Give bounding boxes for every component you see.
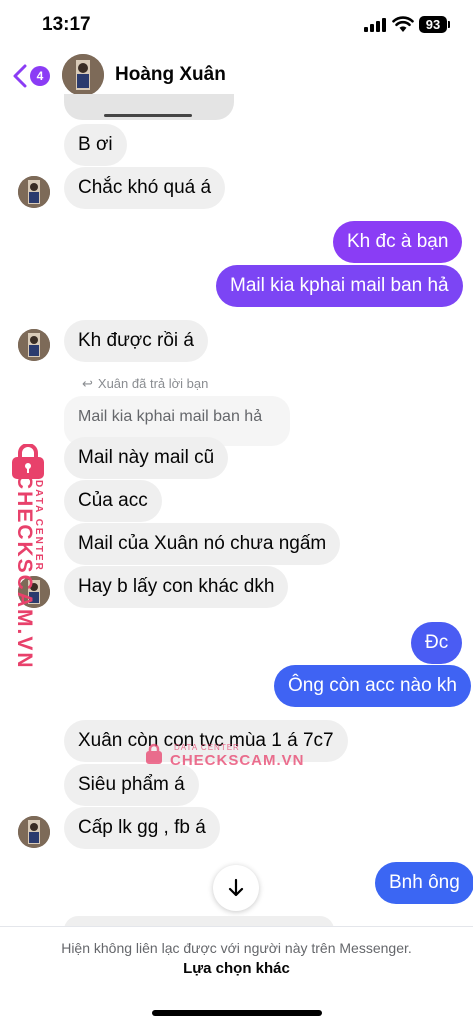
watermark-vertical: CHECKSCAM.VN DATA CENTER xyxy=(2,444,58,670)
message-bubble-incoming[interactable]: Của acc xyxy=(64,480,162,522)
arrow-down-icon xyxy=(228,878,244,897)
message-bubble-incoming[interactable]: Hay b lấy con khác dkh xyxy=(64,566,289,608)
home-indicator[interactable] xyxy=(152,1010,322,1016)
contact-avatar[interactable] xyxy=(62,54,104,96)
watermark-center-sub: DATA CENTER xyxy=(174,743,240,752)
reply-arrow-icon: ↩ xyxy=(82,376,93,391)
unread-count-badge: 4 xyxy=(30,66,50,86)
wifi-icon xyxy=(392,15,414,33)
message-bubble-outgoing[interactable]: Ông còn acc nào kh xyxy=(274,665,471,707)
message-bubble-incoming[interactable]: Chắc khó quá á xyxy=(64,167,226,209)
contact-name[interactable]: Hoàng Xuân xyxy=(115,64,226,86)
back-chevron-icon xyxy=(13,64,27,88)
message-bubble-incoming[interactable]: Mail này mail cũ xyxy=(64,437,229,479)
watermark-center-brand: CHECKSCAM.VN xyxy=(170,752,305,769)
sender-avatar[interactable] xyxy=(18,176,50,208)
watermark-sub: DATA CENTER xyxy=(33,480,44,572)
unavailable-notice: Hiện không liên lạc được với người này t… xyxy=(61,940,412,956)
battery-icon: 93 xyxy=(419,16,450,33)
lock-icon xyxy=(146,743,162,764)
status-time: 13:17 xyxy=(42,14,91,35)
message-bubble-outgoing[interactable]: Bnh ông xyxy=(375,862,473,904)
other-options-link[interactable]: Lựa chọn khác xyxy=(0,960,473,977)
message-bubble-outgoing[interactable]: Mail kia kphai mail ban hả xyxy=(216,265,463,307)
message-bubble-outgoing[interactable]: Kh đc à bạn xyxy=(333,221,463,263)
sender-avatar[interactable] xyxy=(18,816,50,848)
message-bubble-incoming[interactable]: B ơi xyxy=(64,124,127,166)
message-bubble-outgoing[interactable]: Đc xyxy=(411,622,463,664)
sender-avatar[interactable] xyxy=(18,329,50,361)
back-button[interactable]: 4 xyxy=(12,62,54,90)
message-bubble-incoming[interactable]: Mail của Xuân nó chưa ngấm xyxy=(64,523,341,565)
message-bubble-incoming[interactable]: Kh được rồi á xyxy=(64,320,209,362)
watermark-center: DATA CENTER CHECKSCAM.VN xyxy=(140,742,304,772)
scroll-to-bottom-button[interactable] xyxy=(213,865,259,911)
message-bubble-incoming[interactable]: Cấp lk gg , fb á xyxy=(64,807,220,849)
reply-label: ↩ Xuân đã trả lời bạn xyxy=(82,376,209,391)
status-bar: 13:17 93 xyxy=(0,0,473,50)
partial-image-message[interactable] xyxy=(64,94,234,120)
signal-icon xyxy=(364,18,386,32)
composer-unavailable-footer: Hiện không liên lạc được với người này t… xyxy=(0,926,473,1024)
